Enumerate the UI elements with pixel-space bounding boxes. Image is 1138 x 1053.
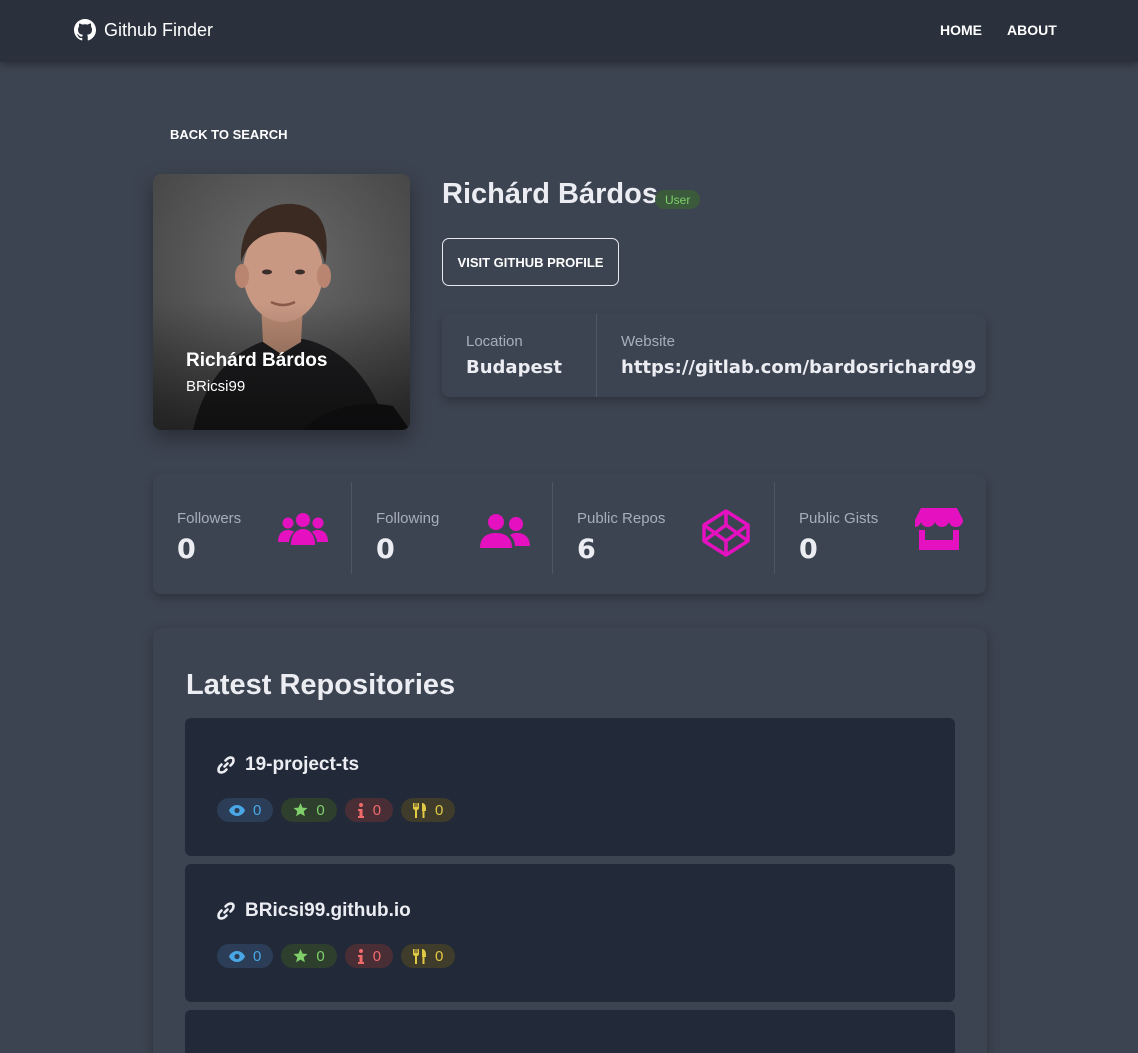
star-icon [293, 949, 308, 963]
info-icon [357, 948, 364, 964]
stat-label: Followers [177, 510, 242, 527]
brand[interactable]: Github Finder [74, 19, 213, 41]
issues-badge: 0 [344, 944, 394, 968]
avatar-card: Richárd Bárdos BRicsi99 [153, 174, 410, 430]
location-info: Location Budapest [466, 314, 562, 397]
info-icon [357, 802, 364, 818]
stat-public-gists: Public Gists 0 [775, 482, 986, 574]
profile-info-card: Location Budapest Website https://gitlab… [442, 314, 986, 397]
forks-badge: 0 [401, 798, 456, 822]
repo-card[interactable]: 19-project-ts 0 0 0 0 [185, 718, 955, 856]
stats-card: Followers 0 Following 0 Public Repos 6 P… [153, 474, 986, 594]
stat-following: Following 0 [352, 482, 552, 574]
link-icon [217, 756, 235, 774]
stars-badge: 0 [281, 798, 337, 822]
repo-badges: 0 0 0 0 [217, 944, 456, 968]
codepen-icon [702, 509, 750, 557]
users-icon [278, 513, 328, 545]
nav-about-link[interactable]: ABOUT [1007, 22, 1057, 38]
navbar: Github Finder HOME ABOUT [0, 0, 1138, 62]
watchers-badge: 0 [217, 944, 274, 968]
stars-badge: 0 [281, 944, 337, 968]
stat-followers: Followers 0 [153, 482, 351, 574]
issues-count: 0 [372, 947, 382, 965]
forks-count: 0 [435, 801, 444, 819]
stat-value: 6 [577, 534, 596, 565]
visit-github-profile-button[interactable]: VISIT GITHUB PROFILE [442, 238, 619, 286]
utensils-icon [413, 802, 427, 818]
stars-count: 0 [316, 801, 325, 819]
info-divider [596, 314, 597, 397]
watchers-badge: 0 [217, 798, 274, 822]
forks-badge: 0 [401, 944, 456, 968]
location-label: Location [466, 333, 523, 350]
user-friends-icon [480, 514, 530, 548]
repos-title: Latest Repositories [186, 669, 456, 701]
stat-label: Public Repos [577, 510, 666, 527]
issues-count: 0 [372, 801, 382, 819]
stat-label: Public Gists [799, 510, 879, 527]
website-label: Website [621, 333, 675, 350]
utensils-icon [413, 948, 427, 964]
repo-name: 19-project-ts [245, 754, 360, 775]
user-type-badge: User [655, 190, 701, 209]
forks-count: 0 [435, 947, 444, 965]
nav-home-link[interactable]: HOME [940, 22, 982, 38]
brand-title: Github Finder [104, 19, 214, 40]
repo-link[interactable]: BRicsi99.github.io [216, 900, 411, 922]
link-icon [217, 902, 235, 920]
website-info: Website https://gitlab.com/bardosrichard… [621, 314, 976, 397]
repo-name: BRicsi99.github.io [245, 900, 411, 921]
stat-public-repos: Public Repos 6 [553, 482, 774, 574]
stat-value: 0 [799, 534, 818, 565]
issues-badge: 0 [344, 798, 394, 822]
back-to-search-button[interactable]: BACK TO SEARCH [158, 118, 300, 150]
website-link[interactable]: https://gitlab.com/bardosrichard99 [621, 357, 976, 378]
avatar-name: Richárd Bárdos [186, 350, 328, 371]
watchers-count: 0 [253, 801, 262, 819]
stat-label: Following [376, 510, 440, 527]
repo-badges: 0 0 0 0 [217, 798, 456, 822]
repos-panel: Latest Repositories 19-project-ts 0 0 0 … [153, 628, 987, 1053]
github-icon [74, 19, 96, 41]
eye-icon [229, 950, 245, 962]
avatar-overlay: Richárd Bárdos BRicsi99 [186, 350, 327, 395]
avatar-login: BRicsi99 [186, 378, 246, 395]
star-icon [293, 803, 308, 817]
stat-value: 0 [177, 534, 196, 565]
watchers-count: 0 [253, 947, 262, 965]
repo-card[interactable] [185, 1010, 955, 1053]
repo-link[interactable]: 19-project-ts [216, 754, 359, 776]
profile-name: Richárd Bárdos [442, 178, 658, 210]
location-value: Budapest [466, 357, 562, 378]
store-icon [915, 508, 963, 550]
stat-value: 0 [376, 534, 395, 565]
eye-icon [229, 804, 245, 816]
repo-card[interactable]: BRicsi99.github.io 0 0 0 0 [185, 864, 955, 1002]
stars-count: 0 [316, 947, 325, 965]
